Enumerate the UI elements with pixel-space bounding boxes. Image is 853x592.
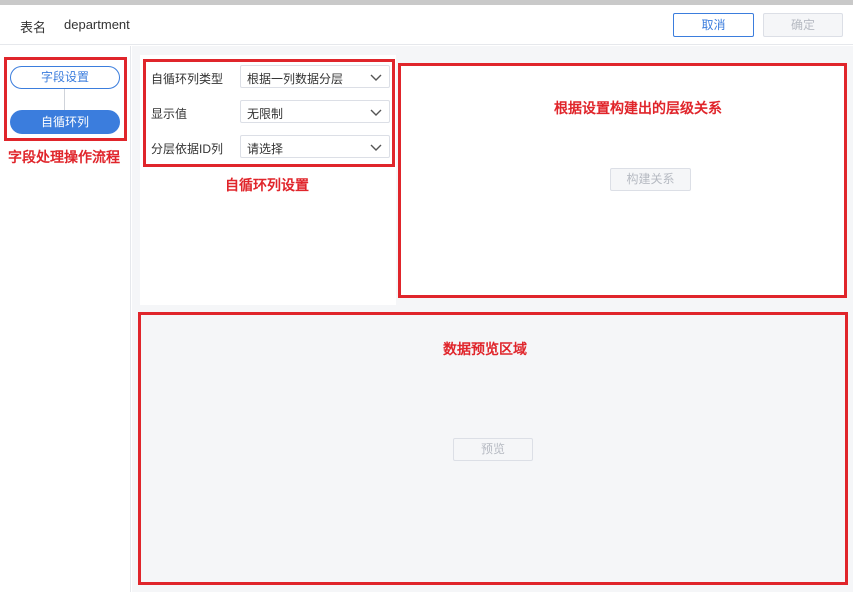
config-annotation-text: 自循环列设置: [225, 177, 309, 193]
table-name-value: department: [64, 17, 130, 32]
flow-annotation-text: 字段处理操作流程: [8, 149, 120, 165]
flow-annotation-box: [4, 57, 127, 141]
header-bar: 表名 department 取消 确定: [0, 5, 853, 45]
cancel-button[interactable]: 取消: [673, 13, 754, 37]
confirm-button[interactable]: 确定: [763, 13, 843, 37]
config-annotation-box: [143, 59, 395, 167]
preview-annotation-text: 数据预览区域: [443, 341, 527, 357]
relation-annotation-text: 根据设置构建出的层级关系: [554, 100, 722, 116]
table-name-label: 表名: [20, 20, 47, 35]
